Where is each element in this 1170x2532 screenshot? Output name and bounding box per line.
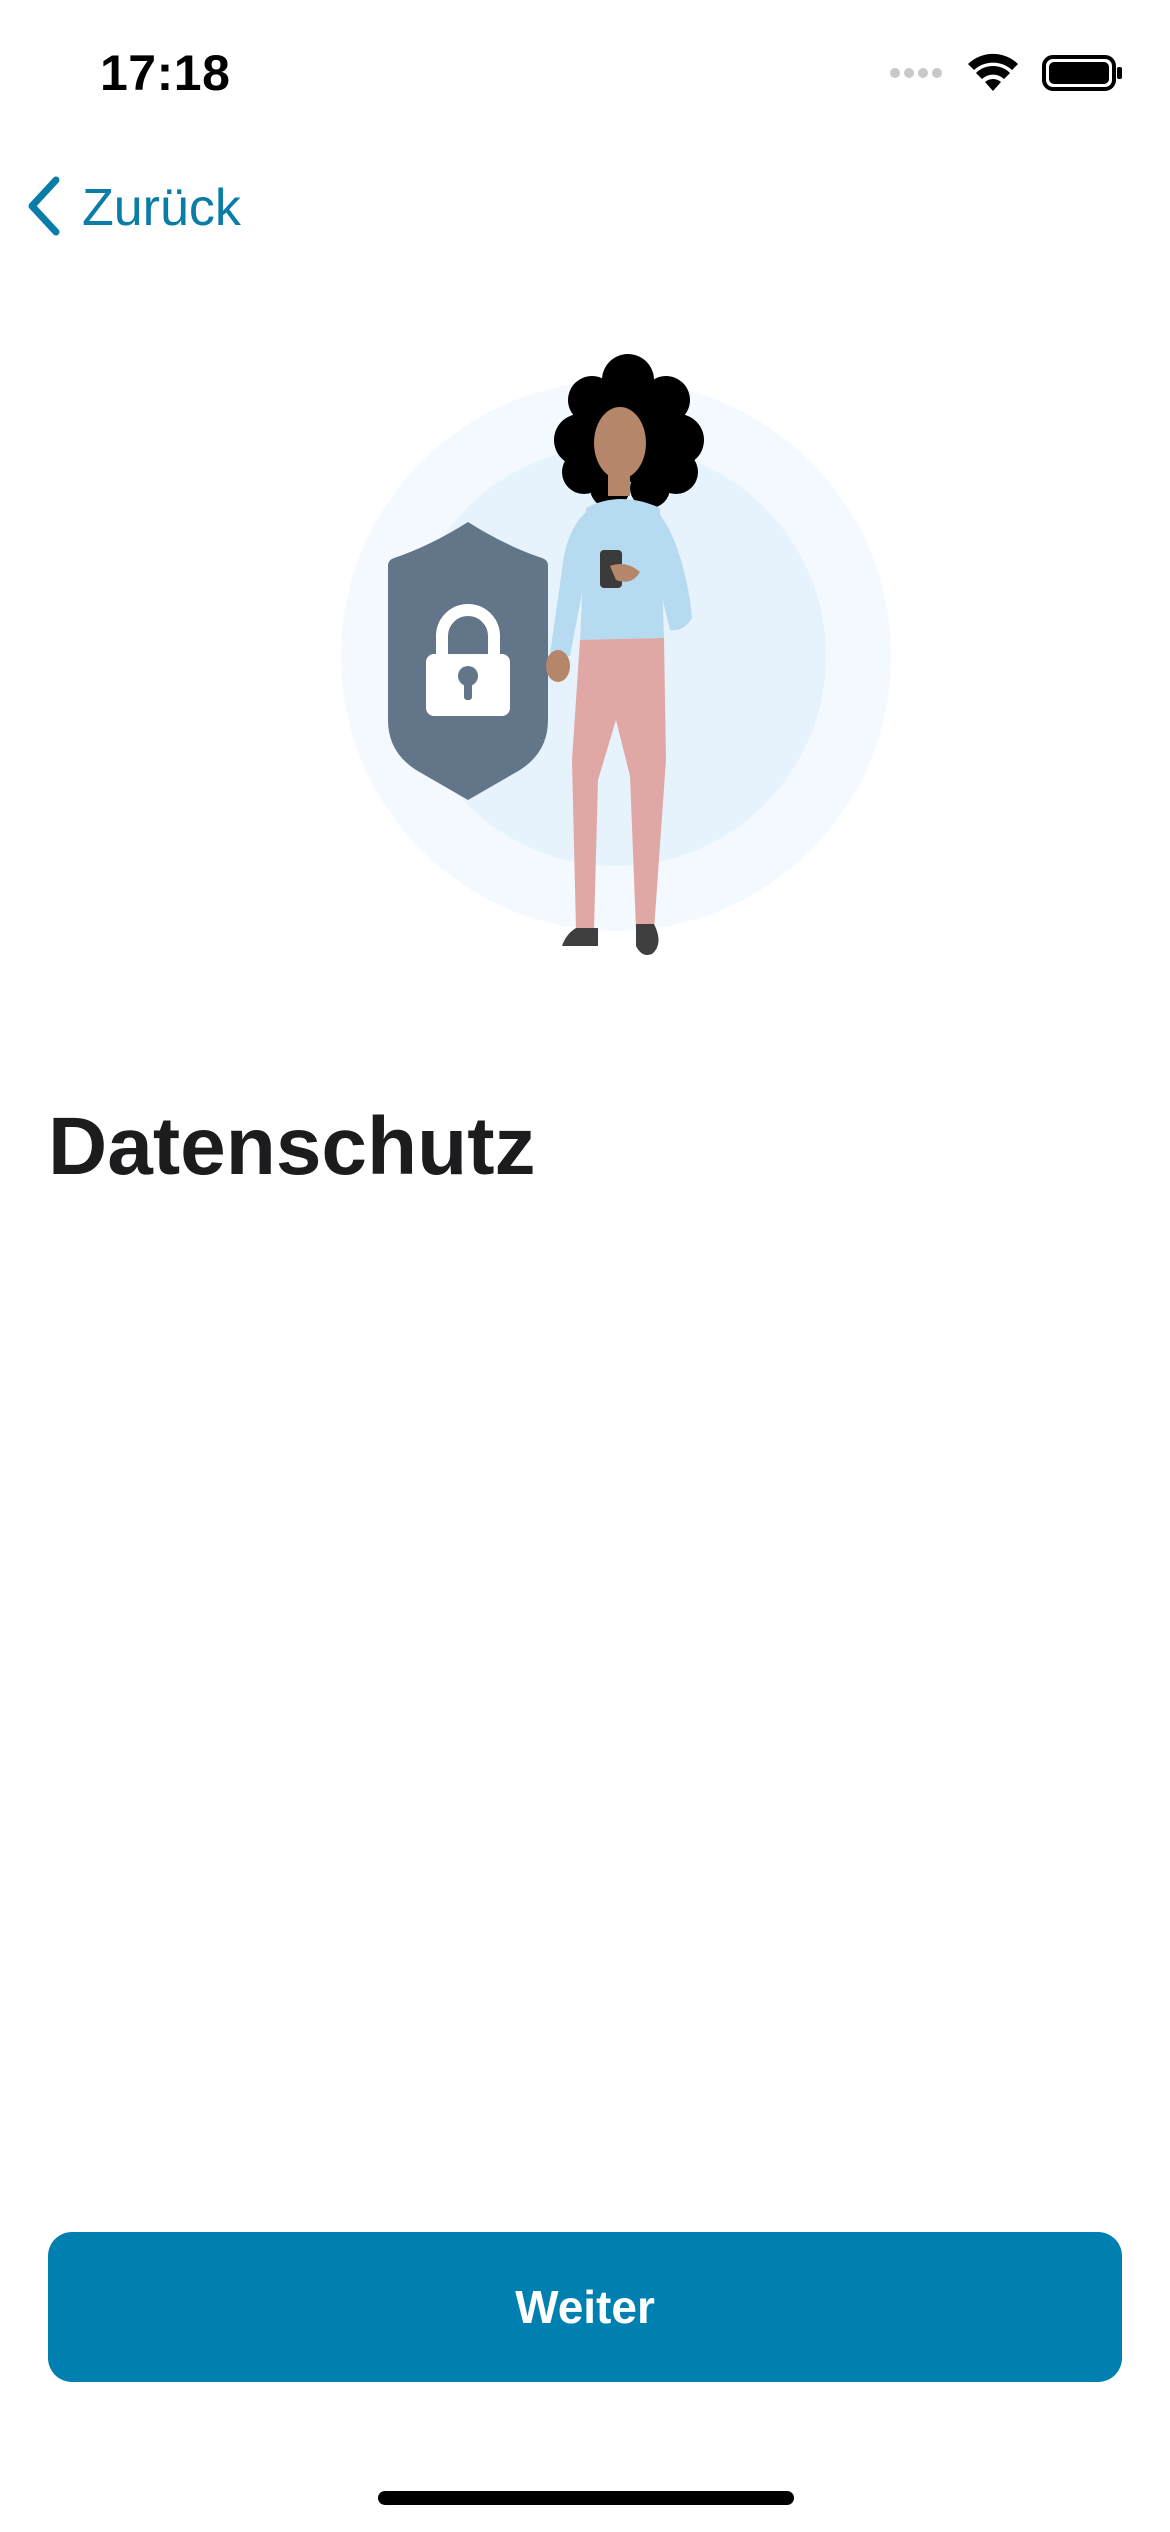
continue-button[interactable]: Weiter bbox=[48, 2232, 1122, 2382]
shield-lock-icon bbox=[388, 522, 548, 800]
wifi-icon bbox=[966, 53, 1020, 98]
home-indicator[interactable] bbox=[378, 2491, 794, 2505]
status-icons bbox=[890, 50, 1124, 100]
status-time: 17:18 bbox=[100, 45, 231, 101]
cellular-signal-icon bbox=[890, 66, 944, 85]
battery-icon bbox=[1042, 53, 1124, 98]
status-bar: 17:18 bbox=[0, 0, 1170, 150]
chevron-left-icon bbox=[24, 174, 64, 243]
privacy-illustration bbox=[280, 340, 900, 1000]
back-button[interactable]: Zurück bbox=[24, 168, 241, 248]
page-title: Datenschutz bbox=[48, 1101, 536, 1192]
back-label: Zurück bbox=[82, 179, 241, 237]
